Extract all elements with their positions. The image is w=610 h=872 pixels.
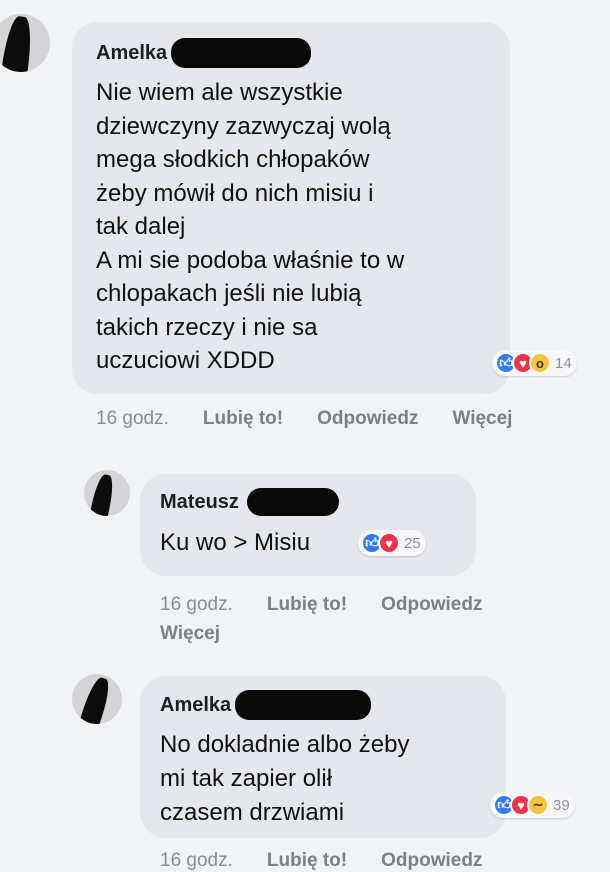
love-icon: ♥ <box>378 532 400 554</box>
comment-line: mi tak zapier olił <box>160 765 333 792</box>
comment-line: żeby mówił do nich misiu i <box>96 179 374 207</box>
comment-line: chlopakach jeśli nie lubią <box>96 280 362 307</box>
comment-actions: 16 godz. Lubię to! Odpowiedz <box>160 850 600 872</box>
reply-button[interactable]: Odpowiedz <box>381 590 482 619</box>
avatar-redaction <box>84 473 117 516</box>
avatar[interactable] <box>84 470 130 516</box>
comment-bubble: Mateusz Ku wo > Misiu <box>140 474 476 576</box>
avatar-redaction <box>72 675 114 724</box>
reactions-summary[interactable]: 👍︎ ♥ ∼ 39 <box>490 792 575 818</box>
comment-line: Nie wiem ale wszystkie <box>96 79 343 106</box>
timestamp[interactable]: 16 godz. <box>96 408 169 430</box>
reaction-count: 25 <box>404 534 421 552</box>
author-name[interactable]: Amelka <box>160 694 231 717</box>
more-button[interactable]: Więcej <box>452 408 512 430</box>
like-button[interactable]: Lubię to! <box>267 590 347 619</box>
author-surname-redaction <box>235 690 372 720</box>
timestamp[interactable]: 16 godz. <box>160 590 233 619</box>
comment-line: Ku wo > Misiu <box>160 529 311 556</box>
avatar-redaction <box>0 14 35 72</box>
comment-line: No dokladnie albo żeby <box>160 731 410 758</box>
avatar[interactable] <box>72 674 122 724</box>
author-surname-redaction <box>171 38 312 68</box>
wow-icon: o <box>529 352 551 374</box>
more-button[interactable]: Więcej <box>160 619 220 648</box>
comment-bubble: Amelka No dokladnie albo żeby mi tak zap… <box>140 676 506 838</box>
reactions-summary[interactable]: 👍︎ ♥ o 14 <box>492 350 577 376</box>
reaction-count: 14 <box>555 354 572 372</box>
author-row: Amelka <box>96 38 510 68</box>
timestamp[interactable]: 16 godz. <box>160 850 233 872</box>
comment-line: takich rzeczy i nie sa <box>96 313 318 341</box>
like-button[interactable]: Lubię to! <box>203 408 283 430</box>
comment-actions: 16 godz. Lubię to! Odpowiedz Więcej <box>160 590 580 648</box>
reactions-summary[interactable]: 👍︎ ♥ 25 <box>358 530 426 556</box>
comment-actions: 16 godz. Lubię to! Odpowiedz Więcej <box>96 408 610 430</box>
comment-1: Amelka Nie wiem ale wszystkie dziewczyny… <box>0 0 610 440</box>
comment-line: uczuciowi XDDD <box>96 347 275 374</box>
avatar[interactable] <box>0 14 50 72</box>
comment-text: Nie wiem ale wszystkie dziewczyny zazwyc… <box>96 76 510 378</box>
comment-2: Mateusz Ku wo > Misiu 👍︎ ♥ 25 16 godz. L… <box>0 460 610 660</box>
comment-bubble: Amelka Nie wiem ale wszystkie dziewczyny… <box>72 22 510 394</box>
author-name[interactable]: Mateusz <box>160 491 239 514</box>
comment-line: A mi sie podoba właśnie to w <box>96 246 405 274</box>
reaction-count: 39 <box>553 796 570 814</box>
reply-button[interactable]: Odpowiedz <box>381 850 482 872</box>
haha-icon: ∼ <box>527 794 549 816</box>
author-row: Mateusz <box>160 488 476 516</box>
comment-text: No dokladnie albo żeby mi tak zapier oli… <box>160 728 506 830</box>
reply-button[interactable]: Odpowiedz <box>317 408 418 430</box>
comment-line: mega słodkich chłopaków <box>96 146 370 173</box>
author-name[interactable]: Amelka <box>96 42 167 65</box>
author-surname-redaction <box>246 488 339 516</box>
comment-line: czasem drzwiami <box>160 799 345 826</box>
comment-line: tak dalej <box>96 213 186 240</box>
author-row: Amelka <box>160 690 506 720</box>
comment-3: Amelka No dokladnie albo żeby mi tak zap… <box>0 660 610 871</box>
like-button[interactable]: Lubię to! <box>267 850 347 872</box>
comment-line: dziewczyny zazwyczaj wolą <box>96 112 391 140</box>
comment-text: Ku wo > Misiu <box>160 528 476 558</box>
